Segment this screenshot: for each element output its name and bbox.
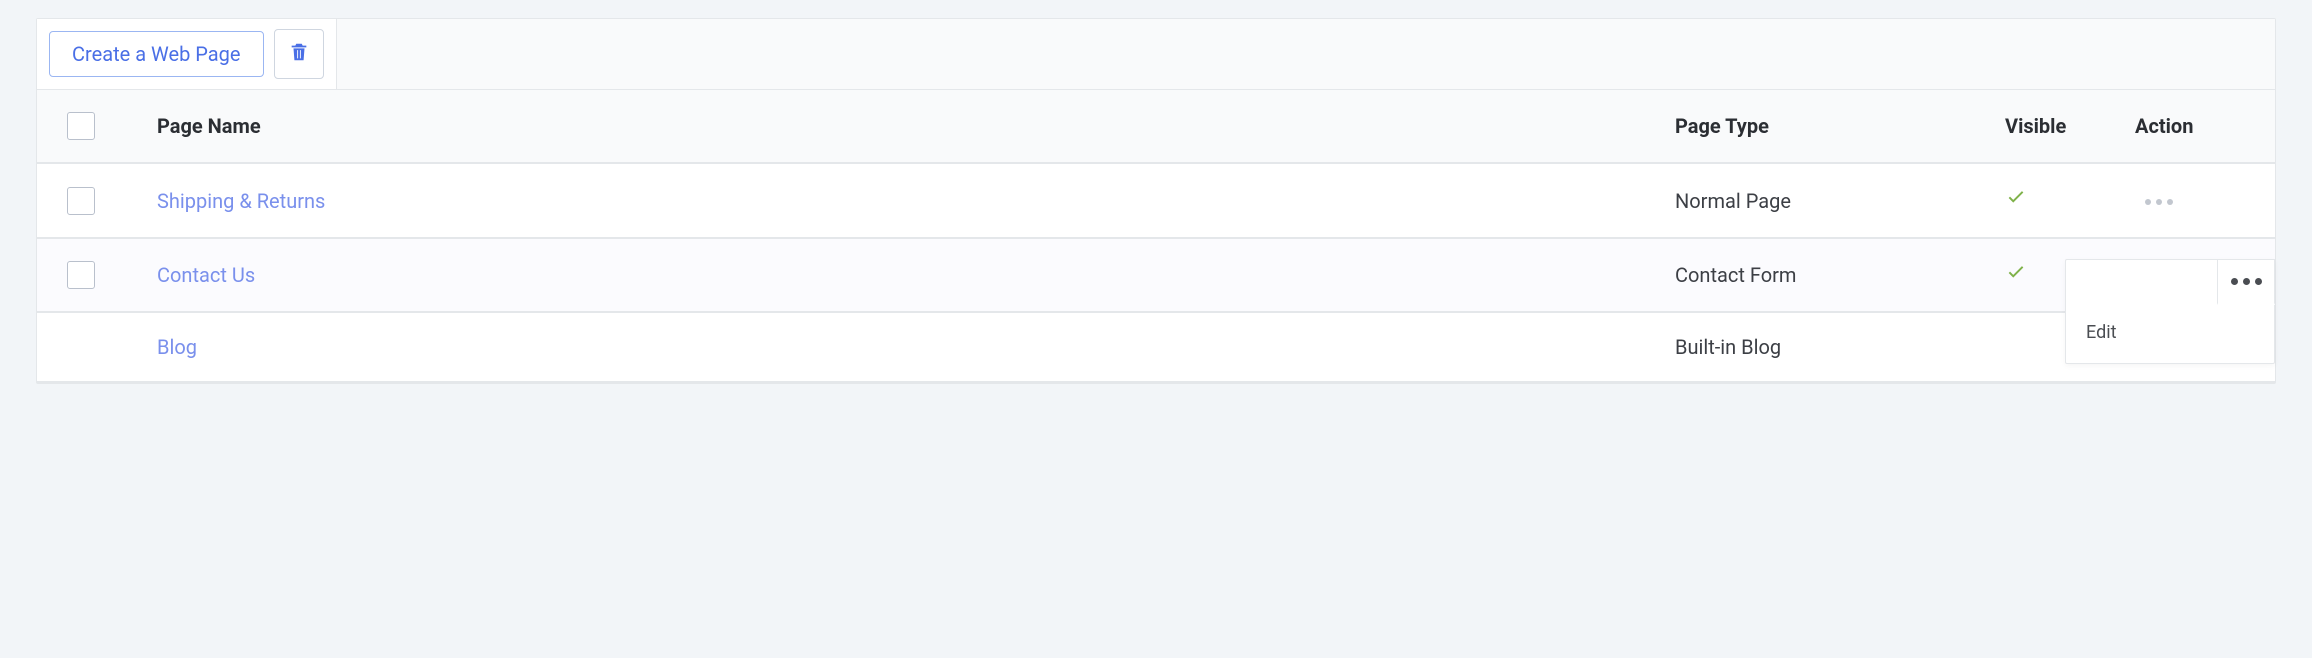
page-type-value: Normal Page: [1675, 189, 1791, 213]
toolbar: Create a Web Page: [37, 19, 2275, 90]
row-actions-button[interactable]: [2217, 259, 2275, 305]
row-checkbox[interactable]: [67, 261, 95, 289]
web-pages-panel: Create a Web Page Page Name Page Type Vi…: [36, 18, 2276, 384]
delete-button[interactable]: [274, 29, 324, 79]
create-web-page-button[interactable]: Create a Web Page: [49, 31, 264, 77]
toolbar-actions: Create a Web Page: [37, 19, 337, 89]
row-actions-menu: Edit: [2065, 259, 2275, 364]
check-icon: [2005, 265, 2027, 289]
table-row: Shipping & Returns Normal Page: [37, 163, 2275, 238]
table-row: Blog Built-in Blog: [37, 312, 2275, 382]
pages-table: Page Name Page Type Visible Action Shipp…: [37, 90, 2275, 383]
row-actions-button[interactable]: [2135, 189, 2183, 215]
toolbar-spacer: [337, 19, 2275, 89]
page-type-value: Built-in Blog: [1675, 335, 1781, 359]
trash-icon: [288, 40, 310, 69]
header-page-type: Page Type: [1675, 90, 2005, 163]
table-row: Contact Us Contact Form: [37, 238, 2275, 312]
page-name-link[interactable]: Shipping & Returns: [157, 189, 325, 213]
page-name-link[interactable]: Blog: [157, 335, 197, 359]
table-header-row: Page Name Page Type Visible Action: [37, 90, 2275, 163]
page-name-link[interactable]: Contact Us: [157, 263, 255, 287]
row-checkbox[interactable]: [67, 187, 95, 215]
header-visible: Visible: [2005, 90, 2135, 163]
header-action: Action: [2135, 90, 2275, 163]
select-all-checkbox[interactable]: [67, 112, 95, 140]
page-type-value: Contact Form: [1675, 263, 1796, 287]
check-icon: [2005, 190, 2027, 214]
header-page-name: Page Name: [157, 90, 1675, 163]
menu-item-edit[interactable]: Edit: [2066, 306, 2274, 363]
